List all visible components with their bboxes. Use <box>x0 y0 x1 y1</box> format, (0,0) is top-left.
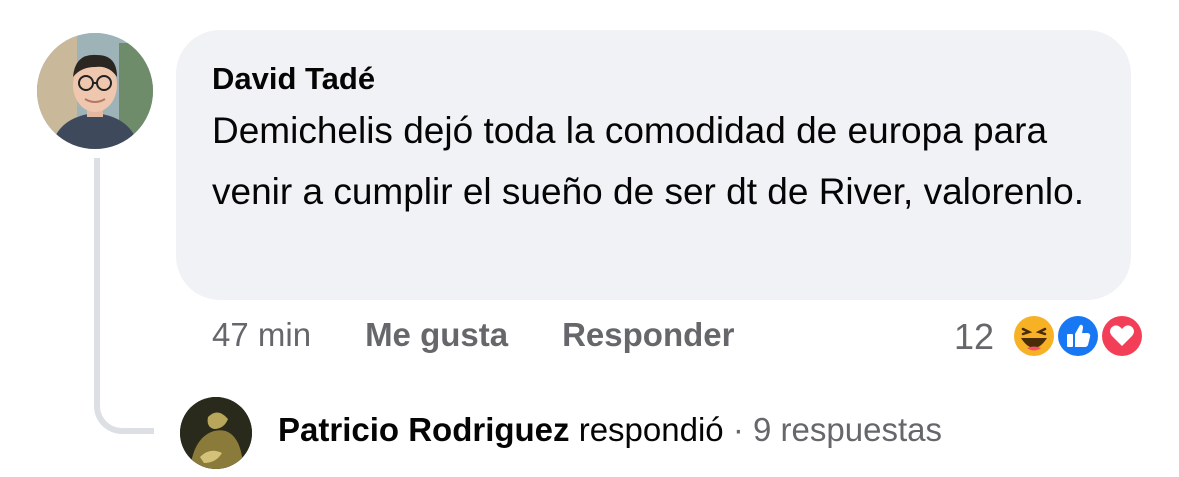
love-icon <box>1098 312 1147 360</box>
reply-separator: · <box>732 411 744 448</box>
view-replies-link[interactable]: Patricio Rodriguez respondió · 9 respues… <box>278 411 942 449</box>
like-button[interactable]: Me gusta <box>365 316 508 354</box>
reply-count: 9 respuestas <box>753 411 942 448</box>
reply-profile-photo <box>180 397 252 469</box>
reaction-icons <box>1002 312 1147 362</box>
avatar[interactable] <box>37 33 153 149</box>
reply-verb: respondió <box>578 411 724 448</box>
comment-actions: 47 min Me gusta Responder <box>212 316 734 354</box>
comment-timestamp[interactable]: 47 min <box>212 316 311 354</box>
haha-icon <box>1010 312 1059 360</box>
reactions-summary[interactable]: 12 <box>954 312 1147 362</box>
comment-bubble: David Tadé Demichelis dejó toda la comod… <box>176 30 1131 300</box>
like-icon <box>1054 312 1103 360</box>
reply-avatar[interactable] <box>180 397 252 469</box>
reply-author-name: Patricio Rodriguez <box>278 411 570 448</box>
comment-text: Demichelis dejó toda la comodidad de eur… <box>212 110 1084 212</box>
comment-author[interactable]: David Tadé <box>212 60 1095 98</box>
thread-connector-line <box>94 158 154 434</box>
reaction-count: 12 <box>954 316 995 357</box>
reply-button[interactable]: Responder <box>562 316 734 354</box>
profile-photo <box>37 33 153 149</box>
